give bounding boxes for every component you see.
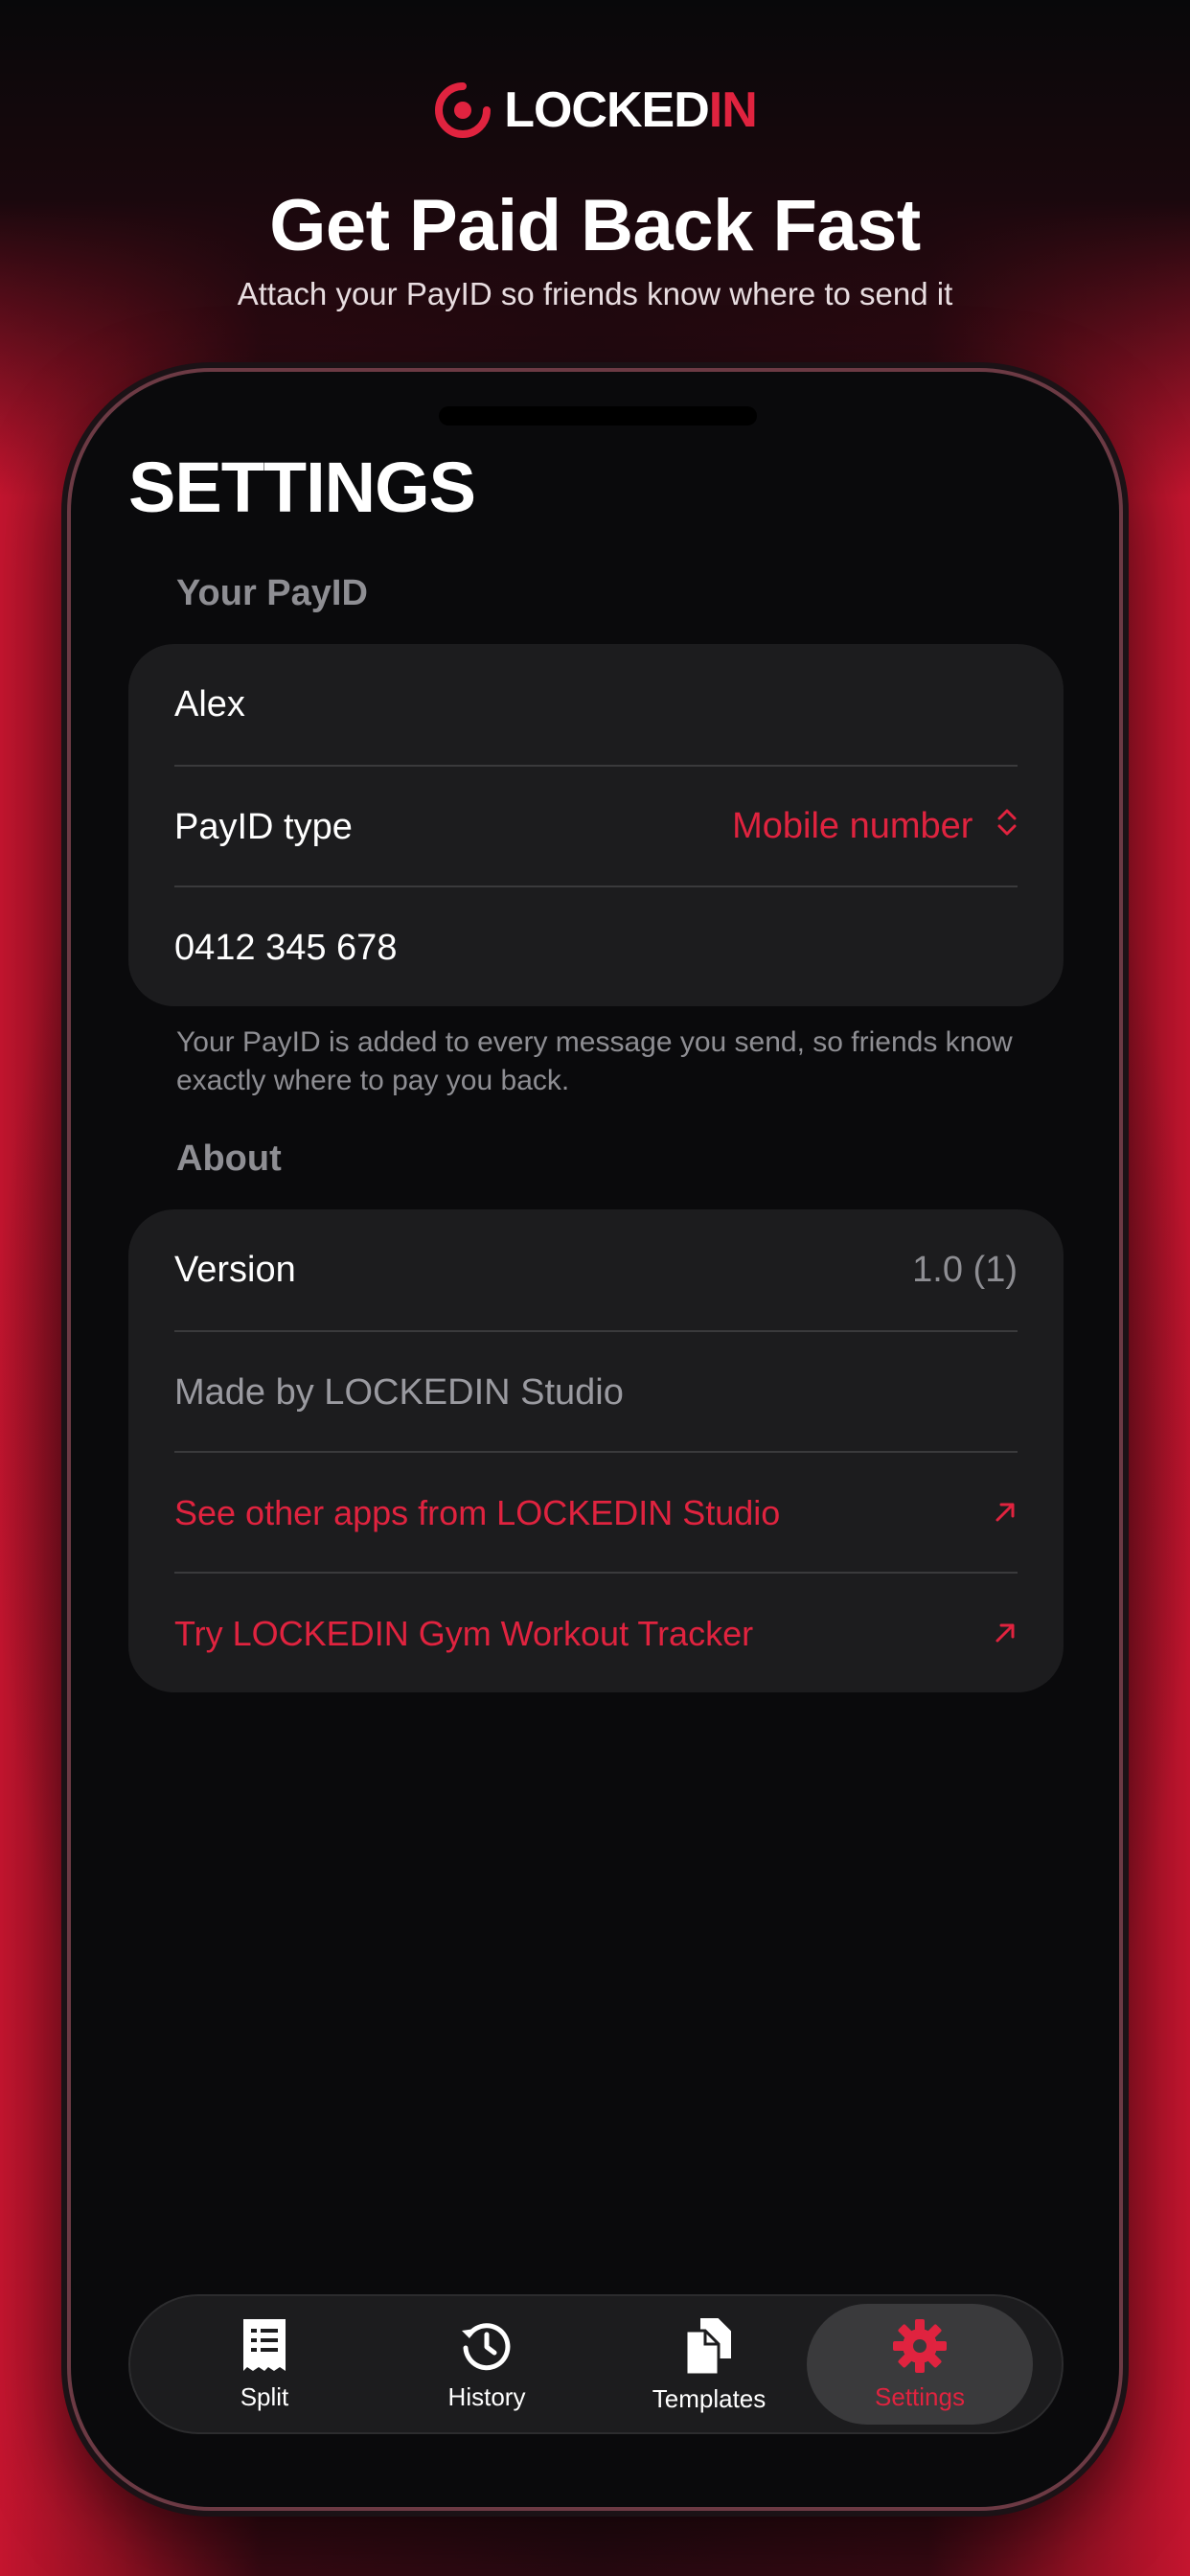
payid-type-picker[interactable]: Mobile number (732, 806, 1018, 849)
brand-wordmark: LOCKEDIN (504, 82, 758, 138)
tab-templates-label: Templates (652, 2383, 767, 2413)
gym-tracker-label: Try LOCKEDIN Gym Workout Tracker (174, 1614, 754, 1653)
payid-type-value: Mobile number (732, 805, 973, 846)
lockedin-logo-icon (433, 80, 492, 140)
external-link-icon (993, 1614, 1018, 1655)
payid-name-field[interactable]: Alex (174, 644, 1018, 765)
promo-headline: Get Paid Back Fast (269, 185, 921, 266)
made-by-row: Made by LOCKEDIN Studio (174, 1330, 1018, 1453)
chevron-up-down-icon (996, 806, 1018, 848)
other-apps-label: See other apps from LOCKEDIN Studio (174, 1493, 781, 1532)
page-title: SETTINGS (128, 448, 476, 527)
tab-settings[interactable]: Settings (807, 2304, 1033, 2425)
about-card: Version 1.0 (1) Made by LOCKEDIN Studio … (128, 1209, 1064, 1692)
tab-history-label: History (447, 2381, 526, 2411)
promo-subline: Attach your PayID so friends know where … (237, 276, 953, 311)
tab-history[interactable]: History (374, 2296, 600, 2432)
documents-icon (684, 2315, 733, 2376)
dynamic-island (439, 406, 757, 426)
tab-bar: Split History Templates Settings (128, 2294, 1064, 2434)
receipt-icon (243, 2318, 286, 2371)
section-label-payid: Your PayID (176, 573, 368, 613)
version-label: Version (174, 1249, 296, 1290)
tab-templates[interactable]: Templates (596, 2296, 822, 2432)
payid-number-field[interactable]: 0412 345 678 (174, 886, 1018, 1008)
payid-number-value: 0412 345 678 (174, 927, 398, 968)
payid-type-row[interactable]: PayID type Mobile number (174, 765, 1018, 887)
tab-split[interactable]: Split (151, 2296, 378, 2432)
tab-split-label: Split (240, 2381, 289, 2411)
external-link-icon (993, 1493, 1018, 1534)
phone-frame: SETTINGS Your PayID Alex PayID type Mobi… (67, 368, 1123, 2511)
tab-settings-label: Settings (875, 2381, 965, 2411)
other-apps-link[interactable]: See other apps from LOCKEDIN Studio (174, 1451, 1018, 1574)
version-value: 1.0 (1) (912, 1249, 1018, 1290)
payid-footnote: Your PayID is added to every message you… (176, 1026, 1013, 1096)
history-icon (462, 2322, 511, 2370)
gym-tracker-link[interactable]: Try LOCKEDIN Gym Workout Tracker (174, 1572, 1018, 1694)
payid-name-value: Alex (174, 683, 245, 724)
brand-logo: LOCKEDIN (0, 80, 1190, 140)
section-label-about: About (176, 1138, 282, 1179)
made-by-text: Made by LOCKEDIN Studio (174, 1371, 624, 1413)
gear-icon (893, 2318, 947, 2373)
payid-type-label: PayID type (174, 806, 353, 847)
version-row: Version 1.0 (1) (174, 1209, 1018, 1330)
payid-card: Alex PayID type Mobile number 0412 345 6… (128, 644, 1064, 1006)
